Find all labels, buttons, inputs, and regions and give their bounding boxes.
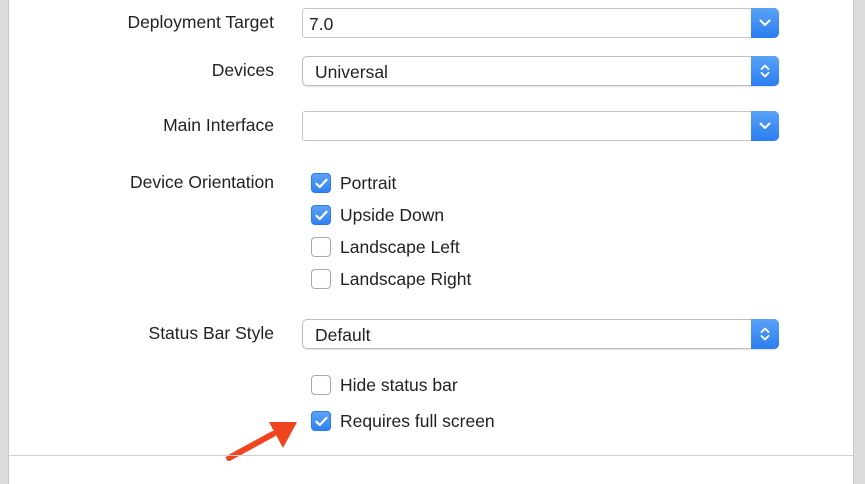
status-bar-style-value: Default [315, 325, 371, 345]
section-divider [9, 455, 853, 456]
status-bar-style-popup-button[interactable]: Default [302, 319, 779, 349]
chevron-down-icon[interactable] [751, 111, 779, 141]
requires-full-screen-label[interactable]: Requires full screen [340, 410, 495, 432]
deployment-target-label: Deployment Target [127, 12, 274, 32]
main-interface-combobox[interactable] [302, 111, 779, 141]
general-settings-panel: Deployment Target 7.0 Devices Universal … [8, 0, 854, 484]
portrait-checkbox[interactable] [311, 173, 331, 193]
devices-label: Devices [211, 60, 274, 80]
portrait-label[interactable]: Portrait [340, 172, 396, 194]
chevron-down-icon[interactable] [751, 8, 779, 38]
annotation-arrow-icon [226, 422, 297, 461]
deployment-target-combobox[interactable]: 7.0 [302, 8, 779, 38]
hide-status-bar-checkbox[interactable] [311, 375, 331, 395]
checkmark-icon [314, 416, 328, 426]
hide-status-bar-label[interactable]: Hide status bar [340, 374, 458, 396]
status-bar-style-label: Status Bar Style [148, 323, 274, 343]
updown-chevron-icon [751, 319, 779, 349]
upside-down-label[interactable]: Upside Down [340, 204, 444, 226]
landscape-right-checkbox[interactable] [311, 269, 331, 289]
requires-full-screen-checkbox[interactable] [311, 411, 331, 431]
upside-down-checkbox[interactable] [311, 205, 331, 225]
device-orientation-label: Device Orientation [130, 172, 274, 192]
updown-chevron-icon [751, 56, 779, 86]
checkmark-icon [314, 178, 328, 188]
devices-popup-button[interactable]: Universal [302, 56, 779, 86]
landscape-right-label[interactable]: Landscape Right [340, 268, 471, 290]
deployment-target-value[interactable]: 7.0 [309, 13, 333, 35]
main-interface-label: Main Interface [163, 115, 274, 135]
landscape-left-label[interactable]: Landscape Left [340, 236, 460, 258]
devices-value: Universal [315, 62, 388, 82]
landscape-left-checkbox[interactable] [311, 237, 331, 257]
checkmark-icon [314, 210, 328, 220]
